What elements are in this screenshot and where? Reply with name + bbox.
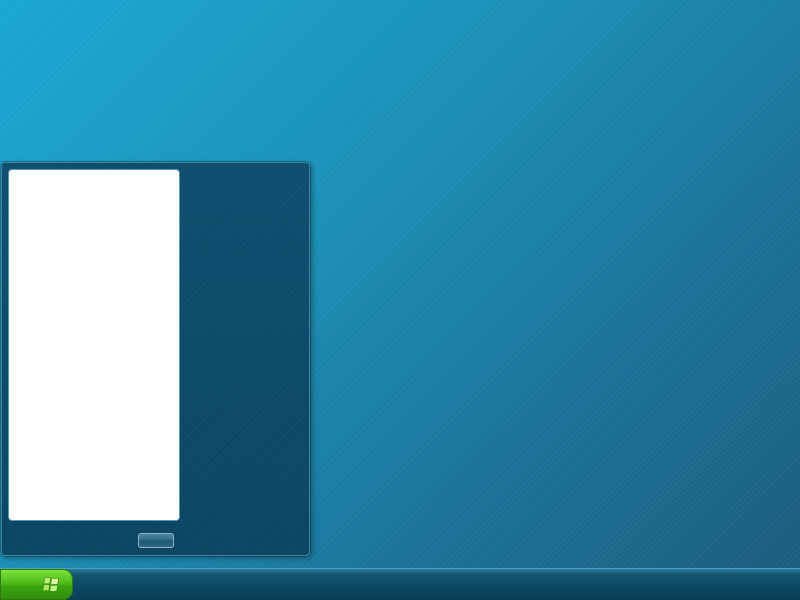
start-menu-programs-pane[interactable]: [8, 169, 180, 521]
start-button[interactable]: [0, 569, 73, 600]
windows-logo-icon: [42, 577, 59, 592]
taskbar[interactable]: [0, 568, 800, 600]
start-menu-places-pane[interactable]: [184, 169, 306, 521]
shutdown-button[interactable]: [138, 533, 174, 548]
start-menu: [1, 162, 310, 556]
